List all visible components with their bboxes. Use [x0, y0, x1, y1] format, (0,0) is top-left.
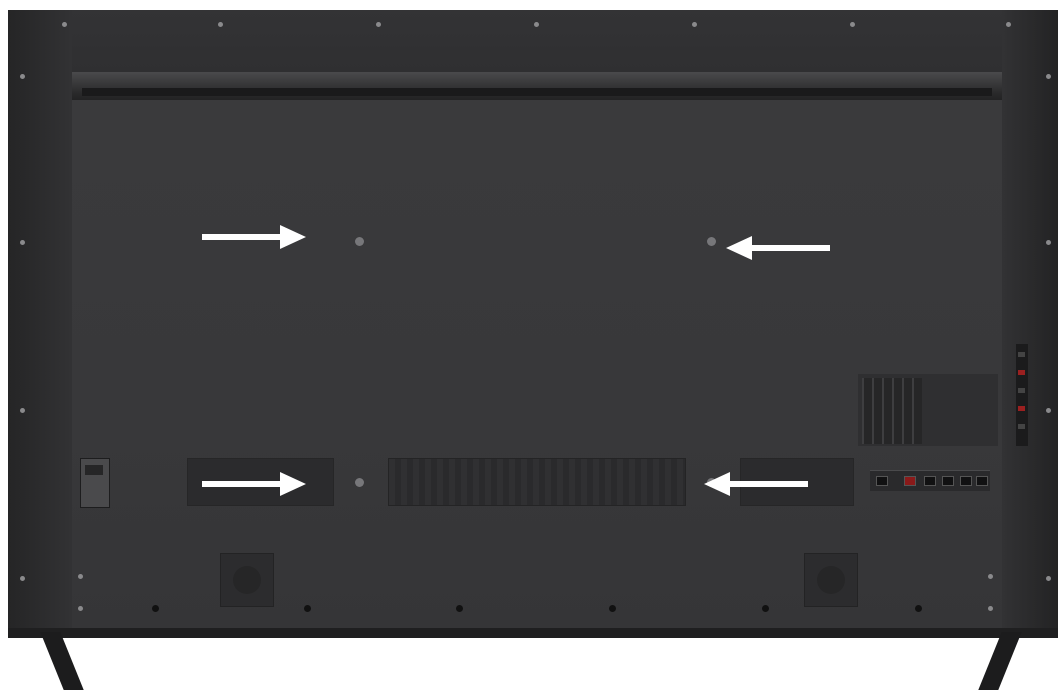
arrow-right-icon — [202, 225, 306, 249]
screw — [850, 22, 855, 27]
screw — [456, 605, 463, 612]
screw — [988, 606, 993, 611]
vesa-mount-hole-top-right — [707, 237, 716, 246]
port — [1018, 406, 1025, 411]
arrow-left-icon — [704, 472, 808, 496]
screw — [1046, 576, 1051, 581]
side-port-column — [1016, 344, 1028, 446]
right-side-bevel — [1002, 10, 1058, 638]
screw — [915, 605, 922, 612]
port — [1018, 352, 1025, 357]
speaker-left — [220, 553, 274, 607]
arrow-left-icon — [726, 236, 830, 260]
vesa-mount-hole-top-left — [355, 237, 364, 246]
io-heatsink — [862, 378, 922, 444]
bottom-vent-grille — [388, 458, 686, 506]
screw — [1046, 74, 1051, 79]
port — [976, 476, 988, 486]
screw — [152, 605, 159, 612]
bottom-edge — [8, 628, 1058, 638]
power-socket — [80, 458, 110, 508]
screw — [692, 22, 697, 27]
vesa-mount-hole-bottom-left — [355, 478, 364, 487]
port — [960, 476, 972, 486]
screw — [62, 22, 67, 27]
port — [1018, 424, 1025, 429]
screw — [988, 574, 993, 579]
port — [1018, 388, 1025, 393]
port — [876, 476, 888, 486]
screw — [376, 22, 381, 27]
screw — [304, 605, 311, 612]
port — [942, 476, 954, 486]
screw — [20, 408, 25, 413]
screw — [20, 576, 25, 581]
screw — [609, 605, 616, 612]
speaker-right — [804, 553, 858, 607]
screw — [78, 574, 83, 579]
screw — [218, 22, 223, 27]
screw — [1046, 408, 1051, 413]
top-rail-groove — [82, 88, 992, 96]
screw — [20, 240, 25, 245]
screw — [534, 22, 539, 27]
arrow-right-icon — [202, 472, 306, 496]
screw — [20, 74, 25, 79]
stand-foot-left — [40, 632, 84, 690]
rear-panel — [72, 100, 1002, 628]
port — [904, 476, 916, 486]
stand-foot-right — [978, 632, 1022, 690]
port — [924, 476, 936, 486]
top-rail — [72, 72, 1002, 102]
top-bezel — [8, 10, 1058, 72]
screw — [78, 606, 83, 611]
port — [1018, 370, 1025, 375]
screw — [1006, 22, 1011, 27]
screw — [762, 605, 769, 612]
screw — [1046, 240, 1051, 245]
left-side-bevel — [8, 10, 72, 638]
tv-back-scene — [0, 0, 1062, 690]
